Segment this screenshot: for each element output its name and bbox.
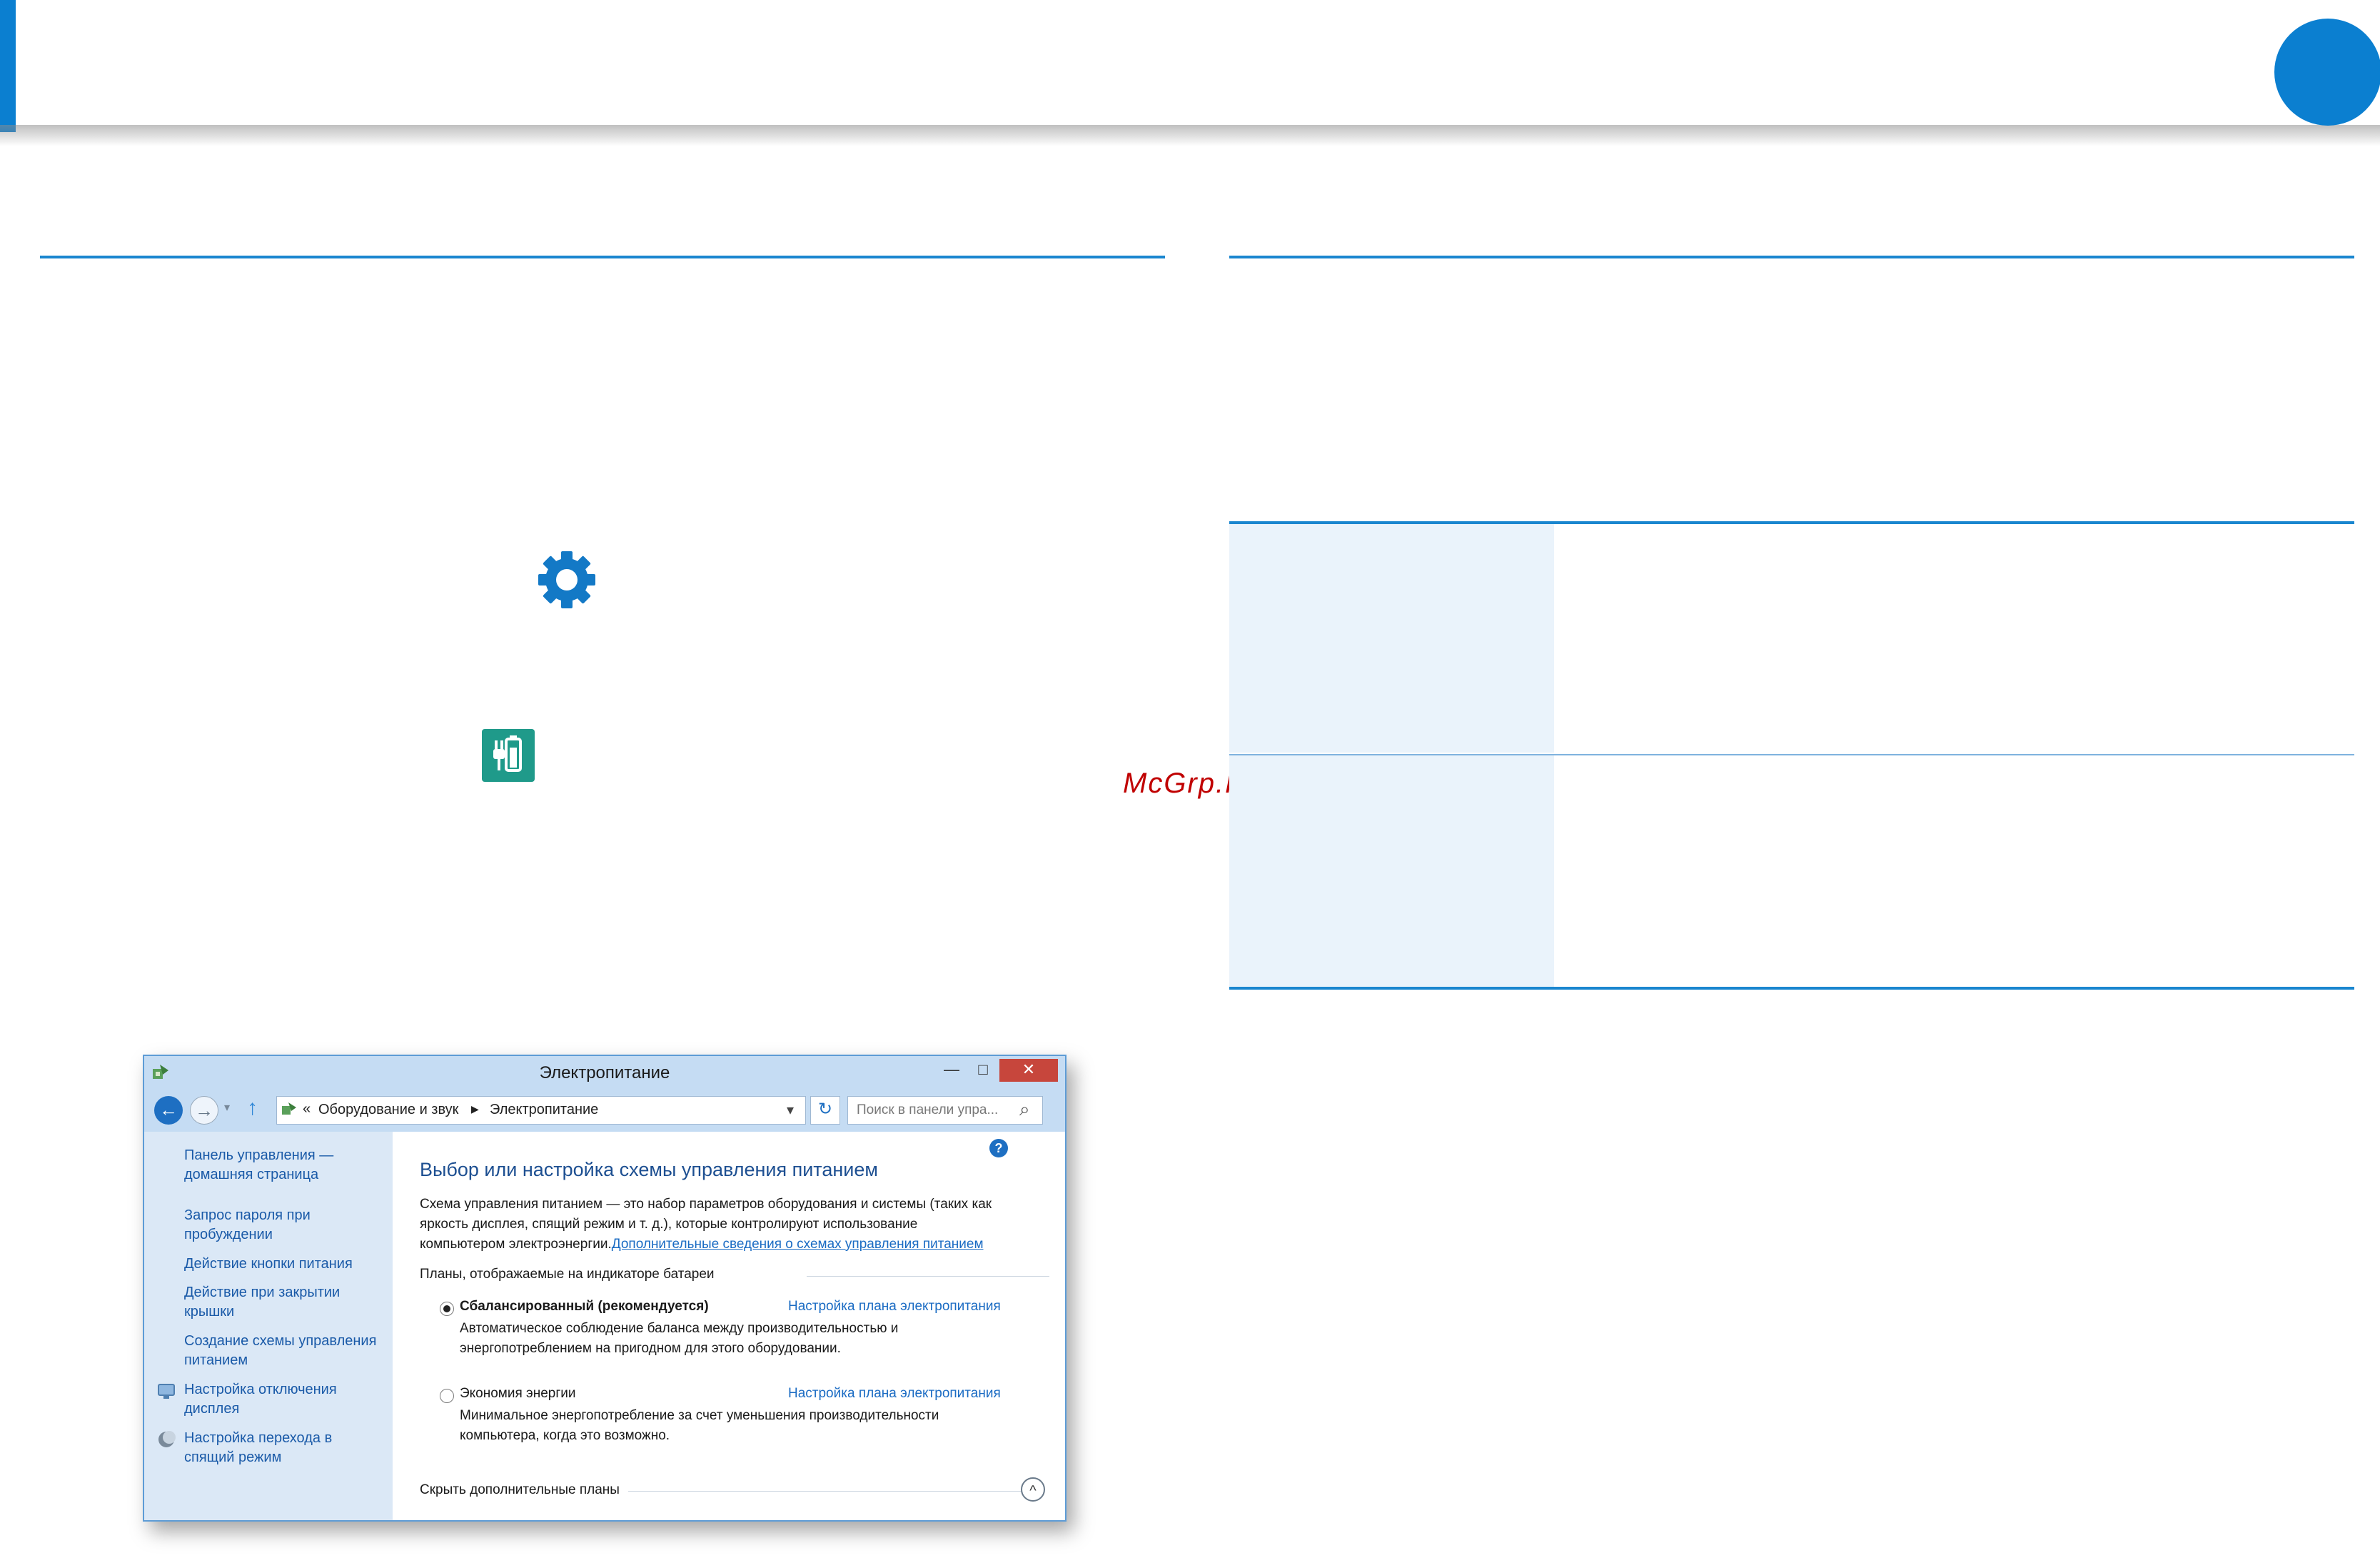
plan-balanced-description: Автоматическое соблюдение баланса между …	[460, 1321, 899, 1356]
breadcrumb-power-options[interactable]: Электропитание	[490, 1102, 598, 1118]
sidebar-item-create-plan[interactable]: Создание схемы управления питанием	[184, 1332, 376, 1370]
sidebar-home-link[interactable]: Панель управления — домашняя страница	[184, 1146, 333, 1185]
plan-power-saver-radio[interactable]	[440, 1389, 454, 1403]
up-arrow-icon[interactable]: ↑	[247, 1096, 258, 1120]
navigation-sidebar: Панель управления — домашняя страница За…	[144, 1132, 393, 1520]
back-arrow-icon[interactable]: ←	[154, 1096, 183, 1125]
table-cell-shaded	[1229, 524, 1554, 753]
minimize-button[interactable]: —	[937, 1059, 967, 1082]
search-input[interactable]: Поиск в панели упра... ⌕	[847, 1096, 1043, 1125]
left-section-rule	[40, 256, 1165, 258]
search-placeholder: Поиск в панели упра...	[857, 1102, 999, 1117]
address-toolbar: ← → ▾ ↑ « Оборудование и звук ▶ Электроп…	[144, 1089, 1065, 1132]
sidebar-item-lid-close[interactable]: Действие при закрытии крышки	[184, 1283, 340, 1322]
plan-balanced-radio[interactable]	[440, 1302, 454, 1316]
plan-balanced-settings-link[interactable]: Настройка плана электропитания	[788, 1297, 1001, 1317]
display-icon	[158, 1384, 175, 1399]
help-icon[interactable]: ?	[989, 1139, 1008, 1157]
collapse-chevron-icon[interactable]: ^	[1021, 1477, 1045, 1502]
sleep-moon-icon	[158, 1431, 176, 1447]
refresh-icon[interactable]: ↻	[810, 1096, 840, 1125]
breadcrumb-separator[interactable]: ▶	[471, 1103, 479, 1115]
sidebar-item-display-off[interactable]: Настройка отключения дисплея	[184, 1380, 337, 1419]
sidebar-item-power-button[interactable]: Действие кнопки питания	[184, 1255, 353, 1274]
power-options-window: Электропитание — □ ✕ ← → ▾ ↑ « Оборудова…	[143, 1055, 1067, 1522]
main-content: ? Выбор или настройка схемы управления п…	[393, 1132, 1065, 1520]
hide-plans-divider	[628, 1491, 1031, 1492]
address-bar[interactable]: « Оборудование и звук ▶ Электропитание ▾	[276, 1096, 806, 1125]
search-icon[interactable]: ⌕	[1019, 1098, 1030, 1121]
left-accent-bar	[0, 0, 16, 132]
plan-balanced-label[interactable]: Сбалансированный (рекомендуется)	[460, 1297, 709, 1317]
address-dropdown-chevron-icon[interactable]: ▾	[787, 1101, 794, 1119]
recent-pages-chevron-icon[interactable]: ▾	[224, 1100, 230, 1115]
page-heading: Выбор или настройка схемы управления пит…	[420, 1159, 878, 1180]
more-info-link[interactable]: Дополнительные сведения о схемах управле…	[612, 1237, 984, 1252]
sidebar-item-wake-password[interactable]: Запрос пароля при пробуждении	[184, 1206, 311, 1245]
hide-additional-plans-label[interactable]: Скрыть дополнительные планы	[420, 1480, 620, 1500]
window-title: Электропитание	[539, 1063, 670, 1082]
control-panel-icon	[282, 1102, 296, 1115]
sidebar-item-sleep[interactable]: Настройка перехода в спящий режим	[184, 1429, 332, 1467]
window-titlebar: Электропитание — □ ✕	[144, 1056, 1065, 1089]
table-cell-shaded	[1229, 755, 1554, 987]
right-section-rule	[1229, 256, 2354, 258]
page-number-circle	[2274, 19, 2380, 126]
plan-power-saver-label[interactable]: Экономия энергии	[460, 1384, 576, 1404]
table-bottom-rule	[1229, 987, 2354, 990]
plan-description: Схема управления питанием — это набор па…	[420, 1197, 992, 1252]
gear-icon	[538, 551, 595, 608]
header-shadow	[0, 125, 2380, 146]
power-battery-icon	[482, 729, 535, 782]
close-button[interactable]: ✕	[999, 1059, 1058, 1082]
plan-power-saver-description: Минимальное энергопотребление за счет ум…	[460, 1408, 939, 1443]
plans-section-divider	[807, 1276, 1049, 1277]
plans-section-label: Планы, отображаемые на индикаторе батаре…	[420, 1267, 715, 1282]
breadcrumb-prefix: «	[303, 1101, 311, 1117]
maximize-button[interactable]: □	[968, 1059, 998, 1082]
forward-arrow-icon[interactable]: →	[190, 1096, 218, 1125]
breadcrumb-hardware-sound[interactable]: Оборудование и звук	[318, 1102, 458, 1118]
plan-power-saver-settings-link[interactable]: Настройка плана электропитания	[788, 1384, 1001, 1404]
